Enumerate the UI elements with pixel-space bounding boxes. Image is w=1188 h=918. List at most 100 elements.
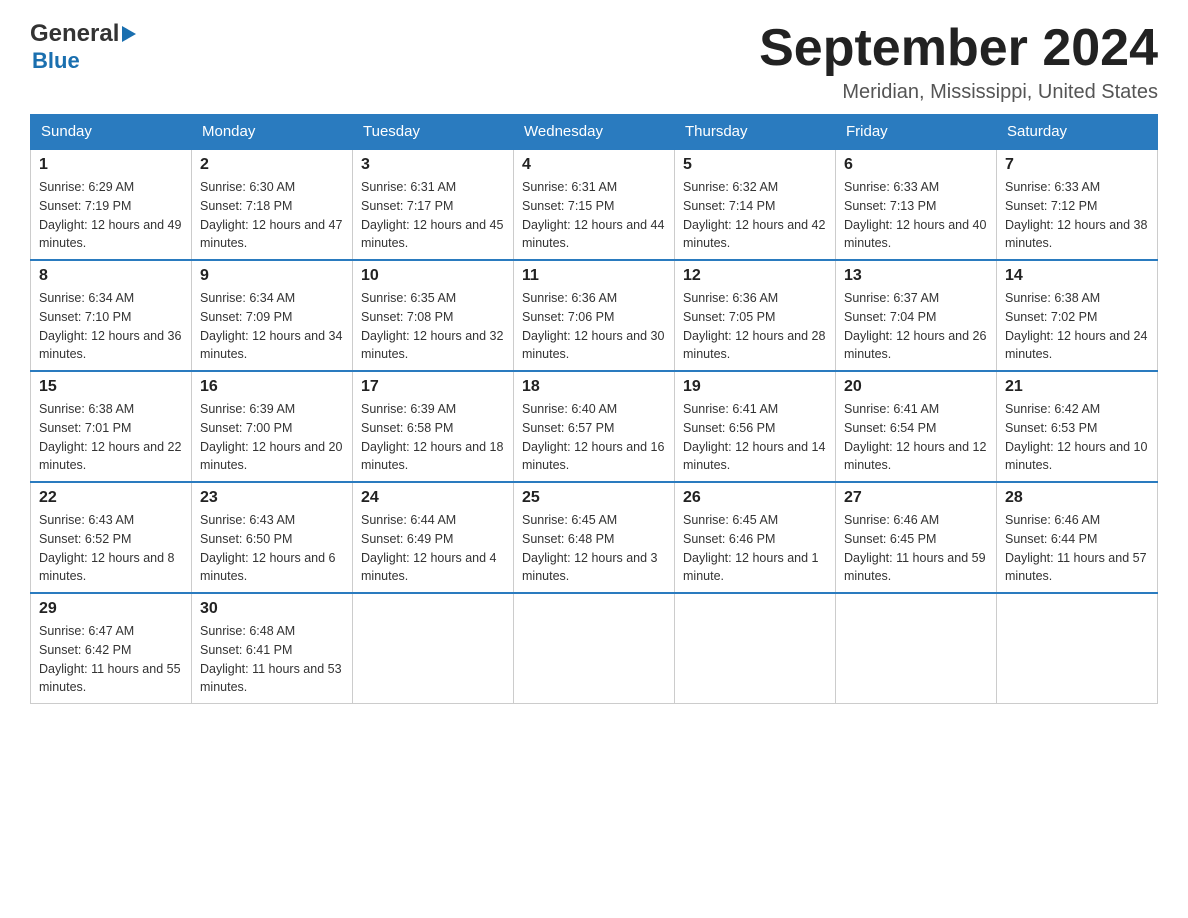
calendar-cell: 12Sunrise: 6:36 AMSunset: 7:05 PMDayligh… [675, 260, 836, 371]
day-header-wednesday: Wednesday [514, 115, 675, 150]
day-info: Sunrise: 6:36 AMSunset: 7:06 PMDaylight:… [522, 289, 666, 364]
day-info: Sunrise: 6:29 AMSunset: 7:19 PMDaylight:… [39, 178, 183, 253]
day-number: 23 [200, 489, 344, 507]
day-number: 26 [683, 489, 827, 507]
day-number: 28 [1005, 489, 1149, 507]
month-title: September 2024 [759, 20, 1158, 77]
day-number: 17 [361, 378, 505, 396]
calendar-cell: 29 Sunrise: 6:47 AMSunset: 6:42 PMDayligh… [31, 593, 192, 704]
day-number: 1 [39, 156, 183, 174]
calendar-cell: 17Sunrise: 6:39 AMSunset: 6:58 PMDayligh… [353, 371, 514, 482]
day-header-monday: Monday [192, 115, 353, 150]
day-number: 10 [361, 267, 505, 285]
calendar-cell: 18Sunrise: 6:40 AMSunset: 6:57 PMDayligh… [514, 371, 675, 482]
day-number: 22 [39, 489, 183, 507]
week-row-5: 29 Sunrise: 6:47 AMSunset: 6:42 PMDayligh… [31, 593, 1158, 704]
calendar-cell: 28 Sunrise: 6:46 AMSunset: 6:44 PMDayligh… [997, 482, 1158, 593]
day-info: Sunrise: 6:45 AMSunset: 6:46 PMDaylight:… [683, 511, 827, 586]
day-number: 6 [844, 156, 988, 174]
calendar-cell: 4 Sunrise: 6:31 AMSunset: 7:15 PMDaylight… [514, 149, 675, 260]
calendar-cell: 21Sunrise: 6:42 AMSunset: 6:53 PMDayligh… [997, 371, 1158, 482]
day-info: Sunrise: 6:42 AMSunset: 6:53 PMDaylight:… [1005, 400, 1149, 475]
calendar-cell: 2 Sunrise: 6:30 AMSunset: 7:18 PMDaylight… [192, 149, 353, 260]
day-info: Sunrise: 6:34 AMSunset: 7:09 PMDaylight:… [200, 289, 344, 364]
day-number: 9 [200, 267, 344, 285]
day-info: Sunrise: 6:35 AMSunset: 7:08 PMDaylight:… [361, 289, 505, 364]
calendar-cell: 9 Sunrise: 6:34 AMSunset: 7:09 PMDaylight… [192, 260, 353, 371]
day-info: Sunrise: 6:46 AMSunset: 6:44 PMDaylight:… [1005, 511, 1149, 586]
calendar-cell: 5Sunrise: 6:32 AMSunset: 7:14 PMDaylight… [675, 149, 836, 260]
calendar-cell: 8 Sunrise: 6:34 AMSunset: 7:10 PMDaylight… [31, 260, 192, 371]
day-number: 2 [200, 156, 344, 174]
logo-general-text: General [30, 20, 119, 48]
day-number: 25 [522, 489, 666, 507]
day-header-row: SundayMondayTuesdayWednesdayThursdayFrid… [31, 115, 1158, 150]
day-number: 5 [683, 156, 827, 174]
day-number: 15 [39, 378, 183, 396]
calendar-cell: 27Sunrise: 6:46 AMSunset: 6:45 PMDayligh… [836, 482, 997, 593]
calendar-cell: 13 Sunrise: 6:37 AMSunset: 7:04 PMDayligh… [836, 260, 997, 371]
day-info: Sunrise: 6:34 AMSunset: 7:10 PMDaylight:… [39, 289, 183, 364]
day-number: 4 [522, 156, 666, 174]
logo-arrow-icon [122, 26, 136, 42]
calendar-cell: 14 Sunrise: 6:38 AMSunset: 7:02 PMDayligh… [997, 260, 1158, 371]
day-info: Sunrise: 6:44 AMSunset: 6:49 PMDaylight:… [361, 511, 505, 586]
day-info: Sunrise: 6:41 AMSunset: 6:54 PMDaylight:… [844, 400, 988, 475]
calendar-cell: 22 Sunrise: 6:43 AMSunset: 6:52 PMDayligh… [31, 482, 192, 593]
day-number: 14 [1005, 267, 1149, 285]
week-row-3: 15Sunrise: 6:38 AMSunset: 7:01 PMDayligh… [31, 371, 1158, 482]
day-info: Sunrise: 6:31 AMSunset: 7:17 PMDaylight:… [361, 178, 505, 253]
day-info: Sunrise: 6:30 AMSunset: 7:18 PMDaylight:… [200, 178, 344, 253]
day-number: 16 [200, 378, 344, 396]
day-info: Sunrise: 6:40 AMSunset: 6:57 PMDaylight:… [522, 400, 666, 475]
logo-blue-text: Blue [30, 48, 80, 74]
logo-row1: General [30, 20, 136, 48]
day-info: Sunrise: 6:36 AMSunset: 7:05 PMDaylight:… [683, 289, 827, 364]
day-info: Sunrise: 6:47 AMSunset: 6:42 PMDaylight:… [39, 622, 183, 697]
calendar-cell [997, 593, 1158, 704]
day-info: Sunrise: 6:33 AMSunset: 7:13 PMDaylight:… [844, 178, 988, 253]
week-row-1: 1 Sunrise: 6:29 AMSunset: 7:19 PMDaylight… [31, 149, 1158, 260]
calendar-cell: 7Sunrise: 6:33 AMSunset: 7:12 PMDaylight… [997, 149, 1158, 260]
calendar-cell: 20 Sunrise: 6:41 AMSunset: 6:54 PMDayligh… [836, 371, 997, 482]
week-row-4: 22 Sunrise: 6:43 AMSunset: 6:52 PMDayligh… [31, 482, 1158, 593]
day-info: Sunrise: 6:45 AMSunset: 6:48 PMDaylight:… [522, 511, 666, 586]
day-number: 29 [39, 600, 183, 618]
day-header-tuesday: Tuesday [353, 115, 514, 150]
calendar-cell: 25 Sunrise: 6:45 AMSunset: 6:48 PMDayligh… [514, 482, 675, 593]
day-header-saturday: Saturday [997, 115, 1158, 150]
day-info: Sunrise: 6:33 AMSunset: 7:12 PMDaylight:… [1005, 178, 1149, 253]
calendar-cell: 23 Sunrise: 6:43 AMSunset: 6:50 PMDayligh… [192, 482, 353, 593]
day-number: 19 [683, 378, 827, 396]
calendar-table: SundayMondayTuesdayWednesdayThursdayFrid… [30, 114, 1158, 704]
day-header-friday: Friday [836, 115, 997, 150]
title-area: September 2024 Meridian, Mississippi, Un… [759, 20, 1158, 104]
day-header-thursday: Thursday [675, 115, 836, 150]
calendar-cell: 15Sunrise: 6:38 AMSunset: 7:01 PMDayligh… [31, 371, 192, 482]
day-number: 20 [844, 378, 988, 396]
day-info: Sunrise: 6:39 AMSunset: 7:00 PMDaylight:… [200, 400, 344, 475]
day-info: Sunrise: 6:43 AMSunset: 6:50 PMDaylight:… [200, 511, 344, 586]
calendar-cell: 6 Sunrise: 6:33 AMSunset: 7:13 PMDaylight… [836, 149, 997, 260]
calendar-cell: 1 Sunrise: 6:29 AMSunset: 7:19 PMDaylight… [31, 149, 192, 260]
calendar-cell: 16 Sunrise: 6:39 AMSunset: 7:00 PMDayligh… [192, 371, 353, 482]
day-info: Sunrise: 6:41 AMSunset: 6:56 PMDaylight:… [683, 400, 827, 475]
calendar-cell: 24Sunrise: 6:44 AMSunset: 6:49 PMDayligh… [353, 482, 514, 593]
calendar-cell: 30Sunrise: 6:48 AMSunset: 6:41 PMDayligh… [192, 593, 353, 704]
calendar-cell: 26 Sunrise: 6:45 AMSunset: 6:46 PMDayligh… [675, 482, 836, 593]
calendar-cell [836, 593, 997, 704]
day-info: Sunrise: 6:43 AMSunset: 6:52 PMDaylight:… [39, 511, 183, 586]
day-number: 11 [522, 267, 666, 285]
day-number: 13 [844, 267, 988, 285]
day-number: 8 [39, 267, 183, 285]
calendar-cell [514, 593, 675, 704]
location-title: Meridian, Mississippi, United States [759, 81, 1158, 104]
calendar-cell: 3Sunrise: 6:31 AMSunset: 7:17 PMDaylight… [353, 149, 514, 260]
day-info: Sunrise: 6:38 AMSunset: 7:02 PMDaylight:… [1005, 289, 1149, 364]
day-info: Sunrise: 6:37 AMSunset: 7:04 PMDaylight:… [844, 289, 988, 364]
day-info: Sunrise: 6:31 AMSunset: 7:15 PMDaylight:… [522, 178, 666, 253]
logo: General Blue [30, 20, 136, 74]
day-number: 30 [200, 600, 344, 618]
calendar-cell: 11 Sunrise: 6:36 AMSunset: 7:06 PMDayligh… [514, 260, 675, 371]
calendar-cell [353, 593, 514, 704]
